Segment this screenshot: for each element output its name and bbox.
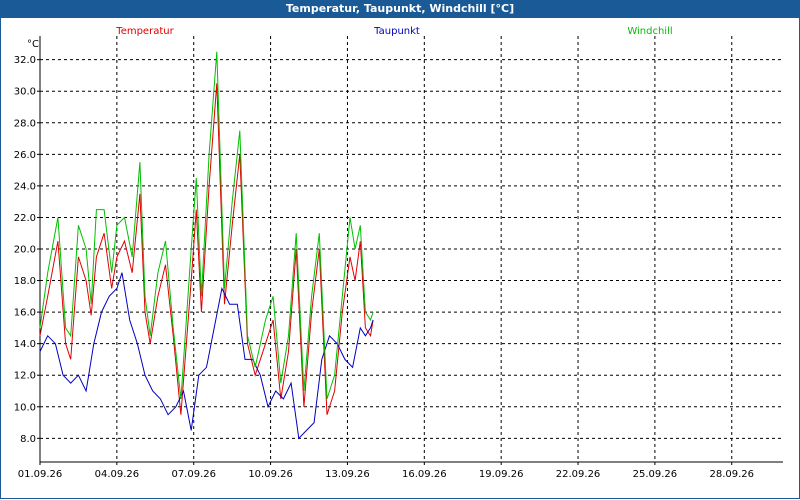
x-tick-label: 04.09.26 [95,469,140,480]
x-tick-label: 13.09.26 [325,469,370,480]
legend: Temperatur Taupunkt Windchill [115,26,672,37]
x-tick-label: 16.09.26 [402,469,447,480]
x-tick-label: 25.09.26 [633,469,678,480]
legend-entry-temperatur: Temperatur [115,26,174,37]
legend-entry-taupunkt: Taupunkt [373,26,420,37]
x-tick-label: 22.09.26 [556,469,601,480]
line-chart: 8.0 10.0 12.0 14.0 16.0 18.0 20.0 22.0 24.0 26.0 2… [14,26,783,480]
y-tick-label: 12.0 [14,371,36,382]
tick-labels: 8.0 10.0 12.0 14.0 16.0 18.0 20.0 22.0 24.0 26.0 2… [14,39,754,480]
y-tick-label: 22.0 [14,213,36,224]
grid [40,36,783,462]
y-tick-label: 14.0 [14,339,36,350]
x-tick-label: 10.09.26 [248,469,293,480]
x-tick-label: 07.09.26 [171,469,216,480]
y-tick-label: 10.0 [14,402,36,413]
legend-entry-windchill: Windchill [627,26,672,37]
series-line-taupunkt [39,272,374,440]
x-tick-label: 01.09.26 [18,469,63,480]
chart-window: Temperatur, Taupunkt, Windchill [°C] 8.0… [0,0,800,500]
y-tick-label: 18.0 [14,276,36,287]
y-tick-label: 8.0 [20,434,36,445]
y-tick-label: 28.0 [14,118,36,129]
y-tick-label: 30.0 [14,87,36,98]
y-tick-label: 24.0 [14,181,36,192]
y-tick-label: 20.0 [14,245,36,256]
y-tick-label: 16.0 [14,308,36,319]
y-axis-label: °C [27,39,39,50]
x-tick-label: 28.09.26 [709,469,754,480]
y-tick-label: 26.0 [14,150,36,161]
x-tick-label: 19.09.26 [479,469,524,480]
y-tick-label: 32.0 [14,55,36,66]
series-lines [39,51,374,440]
axes [37,36,783,465]
